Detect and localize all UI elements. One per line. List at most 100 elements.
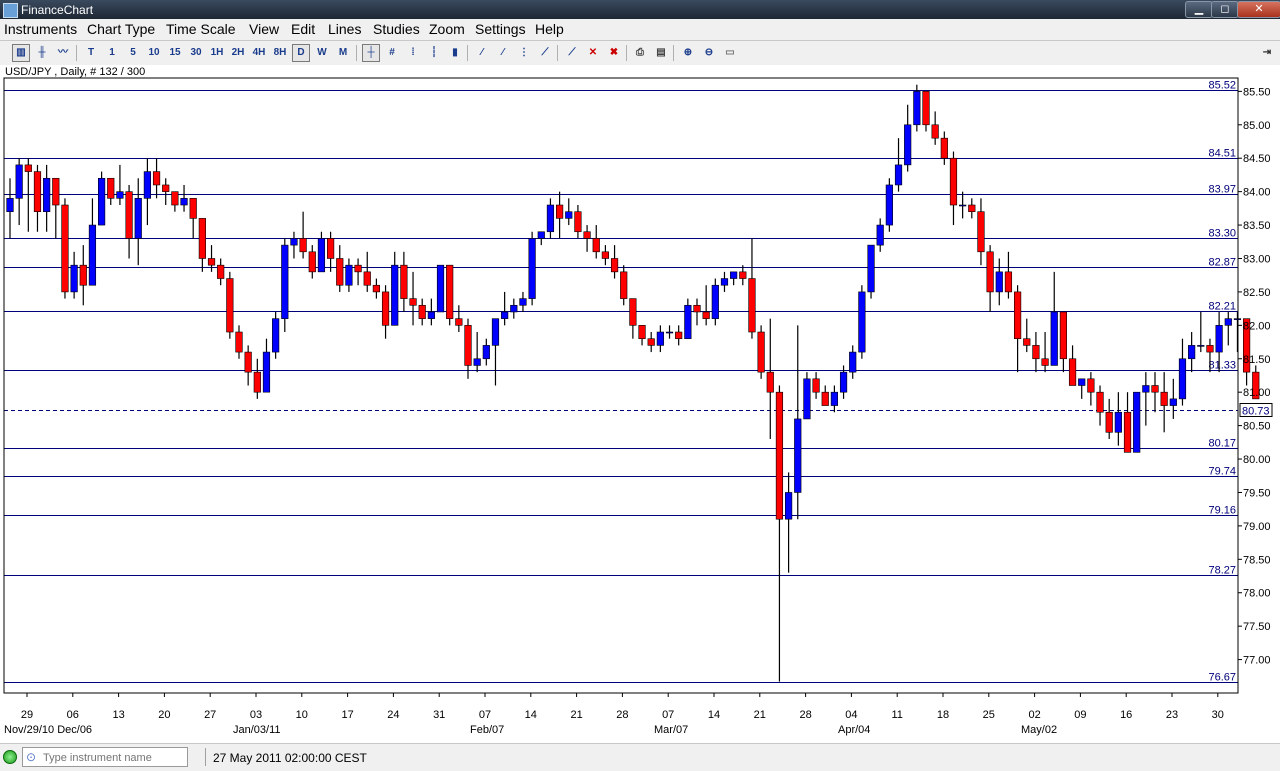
candle-body [1032, 345, 1040, 360]
menu-edit[interactable]: Edit [291, 21, 315, 37]
cursor-info-icon[interactable]: ⁞ [404, 44, 422, 62]
candle-body [125, 191, 133, 239]
bar-chart-icon[interactable]: ╫ [33, 44, 51, 62]
candle-body [281, 244, 289, 319]
candle-body [995, 271, 1003, 293]
candle-body [647, 338, 655, 346]
candle-body [15, 164, 23, 199]
data-window-icon[interactable]: ┆ [425, 44, 443, 62]
candle-body [1050, 311, 1058, 366]
tf-weekly[interactable]: W [313, 44, 331, 62]
chart-area[interactable]: USD/JPY , Daily, # 132 / 300 85.52 84.51 8… [0, 65, 1280, 743]
candle-body [1078, 378, 1086, 386]
menu-time-scale[interactable]: Time Scale [166, 21, 236, 37]
tf-15m[interactable]: 15 [166, 44, 184, 62]
menu-instruments[interactable]: Instruments [4, 21, 77, 37]
instrument-search-box[interactable]: ⊙ [22, 747, 188, 767]
channel-icon[interactable]: ⁄ [494, 44, 512, 62]
candle-body [43, 177, 51, 212]
draw-line-icon[interactable]: ⟋ [563, 44, 581, 62]
zoom-reset-icon[interactable]: ▭ [721, 44, 739, 62]
candle-body [152, 171, 161, 186]
candle-body [913, 91, 921, 126]
gann-icon[interactable]: ⟋ [536, 44, 554, 62]
maximize-button[interactable]: ◻ [1211, 1, 1239, 18]
x-tick-label: 31 [433, 709, 445, 721]
tf-4h[interactable]: 4H [250, 44, 268, 62]
tf-10m[interactable]: 10 [145, 44, 163, 62]
instrument-search-input[interactable] [41, 749, 185, 766]
candle-body [1133, 391, 1141, 453]
candle-body [629, 298, 637, 326]
candle-body [98, 177, 106, 226]
candle-body [1059, 311, 1067, 360]
candle-body [473, 358, 481, 366]
print-preview-icon[interactable]: ▤ [652, 44, 670, 62]
delete-all-icon[interactable]: ✖ [605, 44, 623, 62]
candle-body [775, 391, 784, 520]
tf-tick[interactable]: T [82, 44, 100, 62]
fibonacci-icon[interactable]: ⋮ [515, 44, 533, 62]
tf-daily[interactable]: D [292, 44, 310, 62]
horizontal-line-label: 83.30 [1208, 228, 1236, 240]
tf-5m[interactable]: 5 [124, 44, 142, 62]
horizontal-line-label: 78.27 [1208, 565, 1236, 577]
candle-body [757, 331, 765, 373]
candle-body [253, 371, 261, 393]
x-tick-label: 13 [112, 709, 124, 721]
candle-body [1041, 358, 1049, 366]
menu-settings[interactable]: Settings [475, 21, 526, 37]
candle-body [656, 331, 664, 346]
candle-body [1206, 345, 1214, 353]
candle-body [711, 284, 719, 319]
candle-body [858, 291, 866, 353]
candle-body [326, 238, 335, 259]
x-tick-label: 09 [1074, 709, 1086, 721]
candle-body [592, 238, 600, 253]
delete-icon[interactable]: ✕ [584, 44, 602, 62]
tf-monthly[interactable]: M [334, 44, 352, 62]
candle-body [766, 371, 774, 393]
candle-body [1123, 411, 1132, 453]
candle-body [1004, 271, 1013, 293]
app-icon [3, 3, 18, 18]
zoom-out-icon[interactable]: ⊖ [700, 44, 718, 62]
candle-body [88, 224, 97, 286]
date-label: May/02 [1021, 724, 1057, 736]
menu-view[interactable]: View [249, 21, 279, 37]
close-button[interactable]: ✕ [1237, 1, 1280, 18]
minimize-button[interactable]: ▁ [1185, 1, 1213, 18]
candle-body [446, 264, 454, 319]
zoom-in-icon[interactable]: ⊕ [679, 44, 697, 62]
line-chart-icon[interactable]: 〰 [54, 44, 72, 62]
candle-body [528, 238, 536, 299]
trendline-icon[interactable]: ⁄ [473, 44, 491, 62]
grid-icon[interactable]: # [383, 44, 401, 62]
menu-studies[interactable]: Studies [373, 21, 420, 37]
candle-body [940, 137, 948, 159]
price-chart[interactable]: USD/JPY , Daily, # 132 / 300 85.52 84.51 8… [0, 65, 1280, 743]
menu-chart-type[interactable]: Chart Type [87, 21, 155, 37]
candle-body [491, 318, 500, 346]
menu-help[interactable]: Help [535, 21, 564, 37]
tf-2h[interactable]: 2H [229, 44, 247, 62]
crosshair-icon[interactable]: ┼ [362, 44, 380, 62]
candle-body [839, 371, 848, 393]
print-icon[interactable]: ⎙ [631, 44, 649, 62]
candlestick-chart-icon[interactable]: ▥ [12, 44, 30, 62]
x-tick-label: 28 [616, 709, 628, 721]
indicators-icon[interactable]: ▮ [446, 44, 464, 62]
tf-30m[interactable]: 30 [187, 44, 205, 62]
menu-lines[interactable]: Lines [328, 21, 361, 37]
candle-body [1087, 378, 1095, 393]
candle-body [638, 325, 646, 340]
horizontal-line-label: 79.16 [1208, 505, 1236, 517]
tf-8h[interactable]: 8H [271, 44, 289, 62]
tf-1h[interactable]: 1H [208, 44, 226, 62]
panel-toggle-icon[interactable]: ⇥ [1258, 44, 1276, 62]
menu-bar: Instruments Chart Type Time Scale View E… [0, 19, 1280, 41]
x-tick-label: 18 [937, 709, 949, 721]
tf-1m[interactable]: 1 [103, 44, 121, 62]
horizontal-line-label: 76.67 [1208, 672, 1236, 684]
menu-zoom[interactable]: Zoom [429, 21, 465, 37]
